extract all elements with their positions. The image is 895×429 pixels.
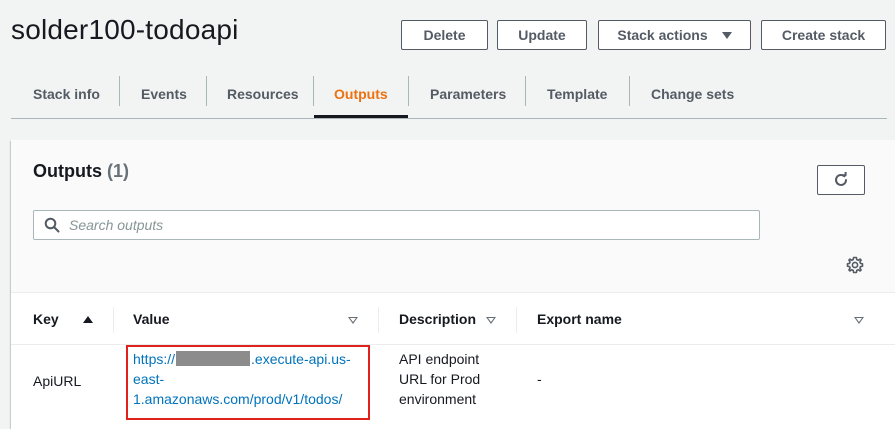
tab-label: Resources [227,86,299,102]
update-button-label: Update [518,27,566,43]
tab-change-sets[interactable]: Change sets [651,70,734,118]
sort-ascending-icon[interactable] [83,316,93,323]
tab-stack-info[interactable]: Stack info [33,70,100,118]
tab-outputs[interactable]: Outputs [334,70,388,118]
value-link-part[interactable]: 1.amazonaws.com/prod/v1/todos/ [133,391,342,407]
search-outputs-field[interactable] [33,210,760,240]
column-divider [516,307,517,333]
tab-label: Stack info [33,86,100,102]
tab-label: Outputs [334,86,388,102]
filter-icon[interactable] [486,317,496,324]
tab-label: Change sets [651,86,735,102]
value-link-part[interactable]: https:// [133,351,175,367]
description-line: environment [399,391,477,407]
delete-button-label: Delete [423,27,466,43]
tab-label: Parameters [430,86,507,102]
tab-divider [206,76,207,106]
column-divider [378,307,379,333]
refresh-button[interactable] [817,165,865,195]
tab-divider [408,76,409,106]
filter-icon[interactable] [348,317,358,324]
search-input[interactable] [69,217,749,233]
create-stack-button[interactable]: Create stack [761,20,886,50]
output-description: API endpoint URL for Prod environment [399,349,480,409]
tab-divider [629,76,630,106]
tab-resources[interactable]: Resources [227,70,299,118]
delete-button[interactable]: Delete [401,20,488,50]
column-header-value[interactable]: Value [133,293,170,345]
tab-events[interactable]: Events [141,70,187,118]
column-label: Description [399,311,477,327]
column-label: Export name [537,311,622,327]
create-stack-label: Create stack [781,27,866,43]
value-link-part[interactable]: east- [133,371,164,387]
tab-label: Template [547,86,608,102]
column-header-key[interactable]: Key [33,293,59,345]
outputs-title: Outputs [33,161,102,181]
redacted-block [176,351,251,366]
tab-divider [313,76,314,106]
stack-actions-dropdown[interactable]: Stack actions [598,20,751,50]
value-link-part[interactable]: .execute-api.us- [251,351,351,367]
filter-icon[interactable] [854,317,864,324]
column-header-export-name[interactable]: Export name [537,293,622,345]
tab-divider [525,76,526,106]
column-divider [113,307,114,333]
column-label: Value [133,311,170,327]
active-tab-indicator [314,115,408,118]
page-header: solder100-todoapi Delete Update Stack ac… [0,0,895,70]
output-export-name: - [537,371,542,387]
outputs-count: (1) [107,161,130,181]
stack-tabs: Stack info Events Resources Outputs Para… [11,70,887,119]
stack-actions-label: Stack actions [617,27,708,43]
gear-icon[interactable] [846,256,864,274]
tab-label: Events [141,86,187,102]
tab-parameters[interactable]: Parameters [430,70,506,118]
column-label: Key [33,311,59,327]
description-line: API endpoint [399,351,480,367]
tab-divider [119,76,120,106]
tab-template[interactable]: Template [547,70,607,118]
outputs-table-header: Key Value Description Export name [11,293,895,345]
refresh-icon [835,172,847,186]
caret-down-icon [721,31,732,39]
column-header-description[interactable]: Description [399,293,476,345]
output-value-link[interactable]: https:// .execute-api.us- east- 1.amazona… [133,349,365,409]
search-icon [44,217,60,233]
outputs-heading: Outputs (1) [33,161,129,182]
table-row: ApiURL https:// .execute-api.us- east- 1.… [11,345,895,429]
page-title: solder100-todoapi [11,14,239,45]
outputs-panel-header: Outputs (1) [11,140,895,293]
description-line: URL for Prod [399,371,481,387]
output-key: ApiURL [33,373,82,389]
update-button[interactable]: Update [497,20,587,50]
outputs-panel: Outputs (1) Key [11,140,895,429]
